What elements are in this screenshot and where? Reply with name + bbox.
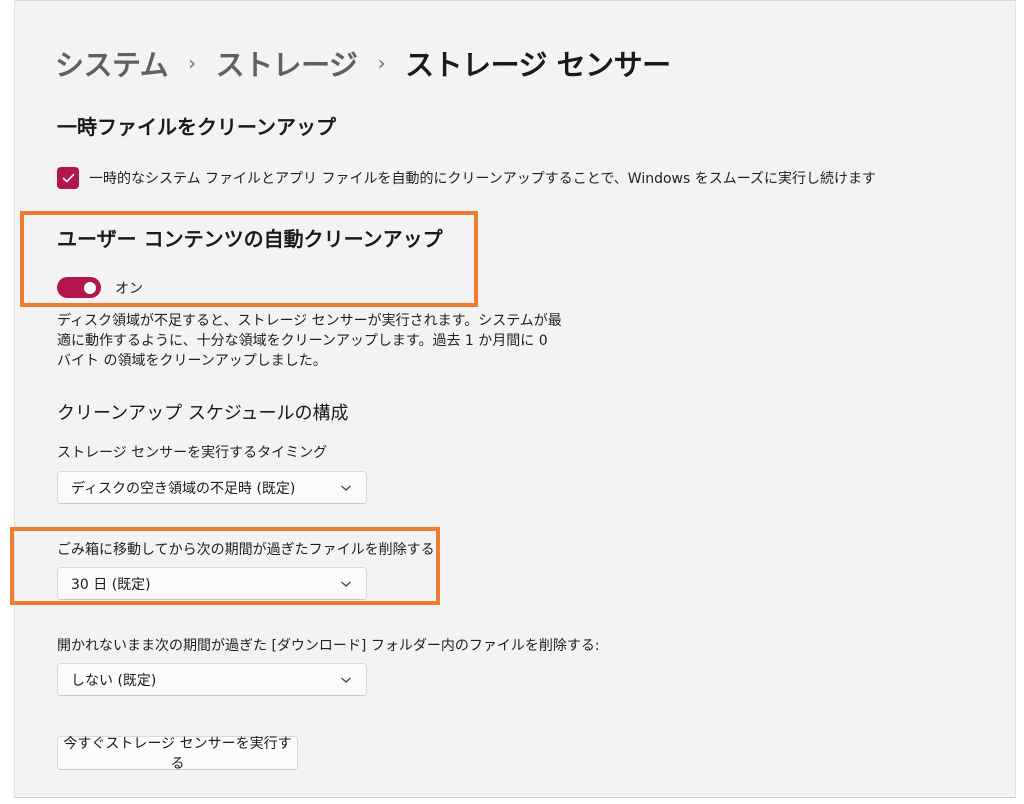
settings-window: システム › ストレージ › ストレージ センサー 一時ファイルをクリーンアップ…	[14, 0, 1016, 798]
run-timing-dropdown[interactable]: ディスクの空き領域の不足時 (既定)	[57, 471, 367, 504]
auto-cleanup-toggle-row[interactable]: オン	[57, 277, 143, 298]
toggle-state-label: オン	[115, 280, 143, 297]
temp-files-checkbox[interactable]	[57, 167, 79, 189]
breadcrumb-storage[interactable]: ストレージ	[216, 42, 358, 84]
auto-cleanup-description: ディスク領域が不足すると、ストレージ センサーが実行されます。システムが最適に動…	[57, 313, 562, 369]
chevron-right-icon: ›	[377, 51, 386, 75]
breadcrumb-system[interactable]: システム	[55, 42, 169, 84]
schedule-heading: クリーンアップ スケジュールの構成	[57, 403, 349, 424]
run-timing-value: ディスクの空き領域の不足時 (既定)	[71, 480, 296, 497]
temp-files-checkbox-label: 一時的なシステム ファイルとアプリ ファイルを自動的にクリーンアップすることで、…	[89, 171, 877, 187]
breadcrumb: システム › ストレージ › ストレージ センサー	[55, 41, 671, 85]
downloads-label: 開かれないまま次の期間が過ぎた [ダウンロード] フォルダー内のファイルを削除す…	[57, 638, 600, 654]
temp-files-checkbox-row[interactable]: 一時的なシステム ファイルとアプリ ファイルを自動的にクリーンアップすることで、…	[57, 167, 876, 189]
page-title: ストレージ センサー	[405, 48, 671, 82]
chevron-right-icon: ›	[188, 51, 196, 75]
run-timing-label: ストレージ センサーを実行するタイミング	[57, 445, 328, 461]
downloads-dropdown[interactable]: しない (既定)	[57, 663, 367, 696]
chevron-down-icon	[341, 677, 351, 683]
auto-cleanup-heading: ユーザー コンテンツの自動クリーンアップ	[57, 227, 443, 251]
auto-cleanup-toggle[interactable]	[57, 277, 101, 298]
chevron-down-icon	[341, 485, 351, 491]
run-storage-sense-button[interactable]: 今すぐストレージ センサーを実行する	[57, 736, 298, 772]
downloads-value: しない (既定)	[71, 672, 157, 689]
chevron-down-icon	[341, 581, 351, 587]
temp-files-heading: 一時ファイルをクリーンアップ	[57, 115, 336, 139]
recycle-bin-dropdown[interactable]: 30 日 (既定)	[57, 567, 367, 600]
checkmark-icon	[61, 173, 75, 183]
recycle-bin-label: ごみ箱に移動してから次の期間が過ぎたファイルを削除する:	[57, 542, 440, 558]
recycle-bin-value: 30 日 (既定)	[71, 576, 151, 593]
toggle-knob	[84, 281, 96, 294]
